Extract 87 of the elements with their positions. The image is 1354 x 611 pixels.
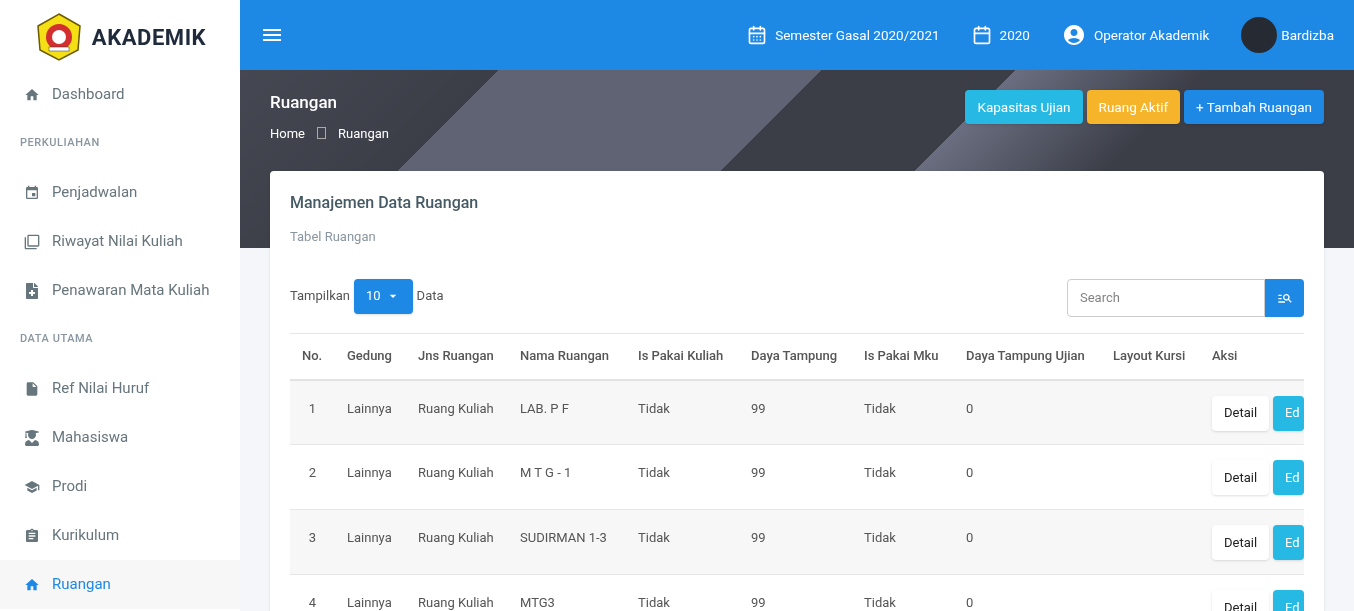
- calendar-icon: [971, 25, 992, 45]
- table-cell: 0: [966, 400, 974, 416]
- column-header: Daya Tampung Ujian: [954, 333, 1101, 380]
- account-icon: [1061, 23, 1086, 47]
- table-cell: Tidak: [864, 465, 896, 480]
- table-cell: Tidak: [864, 400, 896, 416]
- detail-button[interactable]: Detail: [1212, 590, 1270, 611]
- table-cell: 99: [751, 530, 766, 545]
- table-cell: Lainnya: [347, 595, 392, 610]
- detail-button[interactable]: Detail: [1212, 395, 1270, 431]
- stacked-cards-icon: [24, 233, 40, 250]
- calendar-icon: [747, 25, 768, 45]
- column-header: Daya Tampung: [739, 333, 852, 380]
- sidebar-item[interactable]: Mahasiswa: [0, 413, 240, 462]
- table-cell: Lainnya: [347, 465, 392, 480]
- show-suffix: Data: [416, 287, 444, 306]
- calendar-icon: [24, 184, 40, 201]
- breadcrumb-link[interactable]: Ruangan: [338, 123, 389, 143]
- column-header: Jns Ruangan: [406, 333, 508, 380]
- table-cell: Tidak: [638, 400, 670, 416]
- detail-button[interactable]: Detail: [1212, 525, 1270, 560]
- page-title: Ruangan: [270, 91, 339, 114]
- section-label: DATA UTAMA: [20, 331, 94, 348]
- card-subtitle: Tabel Ruangan: [290, 228, 377, 246]
- role-label: Operator Akademik: [1093, 25, 1210, 45]
- table-cell: 99: [751, 595, 766, 610]
- column-header: Nama Ruangan: [508, 333, 626, 380]
- column-header: Gedung: [335, 333, 406, 380]
- table-cell: 99: [751, 465, 766, 480]
- file-icon: [24, 380, 40, 397]
- table-cell: 3: [308, 530, 317, 545]
- column-header: Is Pakai Mku: [852, 333, 954, 380]
- search-field[interactable]: Search: [1067, 278, 1265, 317]
- table-cell: SUDIRMAN 1-3: [520, 530, 607, 545]
- column-header: No.: [290, 333, 335, 380]
- table-cell: MTG3: [520, 595, 555, 610]
- table-cell: 99: [751, 400, 766, 416]
- document-icon: [24, 282, 40, 299]
- home-icon: [24, 576, 40, 593]
- table-cell: 2: [308, 465, 317, 480]
- table-cell: Tidak: [638, 465, 670, 480]
- table-cell: M T G - 1: [520, 465, 572, 480]
- sidebar-item[interactable]: Penawaran Mata Kuliah: [0, 266, 240, 315]
- table-cell: Ruang Kuliah: [418, 465, 494, 480]
- detail-button[interactable]: Detail: [1212, 460, 1270, 495]
- table-cell: Tidak: [638, 595, 670, 610]
- sidebar-item[interactable]: Dashboard: [0, 70, 240, 119]
- search-button[interactable]: [1265, 278, 1304, 317]
- sidebar-item[interactable]: Kurikulum: [0, 511, 240, 560]
- user-name: Bardizba: [1281, 25, 1334, 45]
- table-cell: 0: [966, 595, 974, 610]
- avatar[interactable]: [1241, 17, 1278, 53]
- table-cell: Tidak: [864, 595, 896, 610]
- table-cell: Tidak: [638, 530, 670, 545]
- table-cell: Tidak: [864, 530, 896, 545]
- sidebar-item[interactable]: Ref Nilai Huruf: [0, 364, 240, 413]
- show-label: Tampilkan: [290, 287, 350, 306]
- brand-name: AKADEMIK: [91, 23, 207, 52]
- semester-label: Semester Gasal 2020/2021: [775, 25, 940, 45]
- page-size-dropdown[interactable]: 10: [354, 278, 413, 314]
- separator-icon: [317, 127, 326, 140]
- table-cell: Ruang Kuliah: [418, 400, 494, 416]
- home-icon: [24, 86, 40, 103]
- graduation-cap-icon: [24, 478, 40, 495]
- table-cell: 4: [308, 595, 317, 610]
- column-header: Aksi: [1200, 333, 1304, 380]
- table-cell: Lainnya: [347, 400, 392, 416]
- table-cell: LAB. P F: [520, 400, 569, 416]
- action-button[interactable]: + Tambah Ruangan: [1184, 90, 1324, 124]
- table-cell: Ruang Kuliah: [418, 595, 494, 610]
- table-cell: 0: [966, 530, 974, 545]
- student-icon: [24, 429, 40, 446]
- section-label: PERKULIAHAN: [20, 135, 100, 152]
- year-label: 2020: [999, 25, 1030, 45]
- column-header: Layout Kursi: [1101, 333, 1200, 380]
- breadcrumb-link[interactable]: Home: [270, 123, 305, 143]
- sidebar-item[interactable]: Riwayat Nilai Kuliah: [0, 217, 240, 266]
- sidebar-item[interactable]: Ruangan: [0, 560, 240, 609]
- table-cell: 0: [966, 465, 974, 480]
- sidebar-item[interactable]: Prodi: [0, 462, 240, 511]
- clipboard-icon: [24, 527, 40, 544]
- table-cell: Ruang Kuliah: [418, 530, 494, 545]
- column-header: Is Pakai Kuliah: [626, 333, 739, 380]
- sidebar-item[interactable]: Penjadwalan: [0, 168, 240, 217]
- table-cell: 1: [308, 400, 317, 416]
- table-cell: Lainnya: [347, 530, 392, 545]
- card-title: Manajemen Data Ruangan: [290, 192, 480, 214]
